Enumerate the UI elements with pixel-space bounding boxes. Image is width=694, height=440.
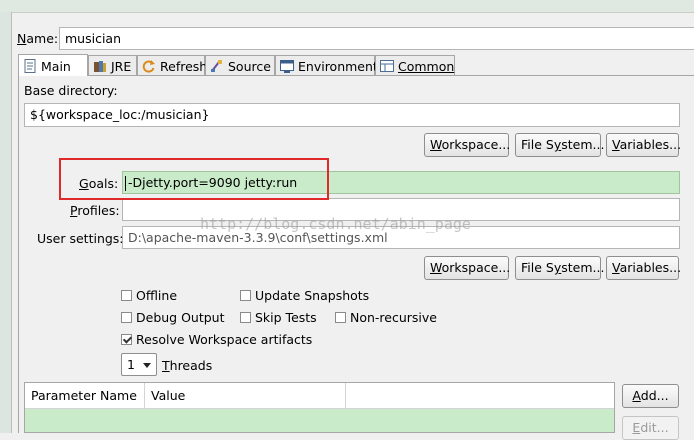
text-caret [125, 176, 126, 191]
non-recursive-box[interactable] [335, 312, 346, 323]
resolve-workspace-checkbox[interactable]: Resolve Workspace artifacts [121, 332, 312, 347]
tab-common[interactable]: Common [375, 55, 455, 75]
main-document-icon [22, 58, 38, 74]
non-recursive-checkbox[interactable]: Non-recursive [335, 310, 437, 325]
tab-refresh-label: Refresh [160, 58, 208, 74]
update-snapshots-label: Update Snapshots [255, 288, 370, 303]
name-input[interactable]: musician [59, 27, 694, 50]
name-label: Name: [17, 31, 59, 46]
environment-icon [279, 58, 295, 74]
settings-variables-button[interactable]: Variables... [606, 256, 681, 280]
profiles-label: Profiles: [70, 203, 120, 218]
tab-common-label: Common [398, 58, 455, 74]
base-file-system-button[interactable]: File System... [515, 133, 604, 157]
base-workspace-button[interactable]: Workspace... [424, 133, 510, 157]
base-directory-value: ${workspace_loc:/musician} [30, 107, 210, 122]
threads-value: 1 [127, 357, 135, 372]
debug-output-box[interactable] [121, 312, 132, 323]
column-header-parameter-name[interactable]: Parameter Name [25, 383, 145, 408]
update-snapshots-checkbox[interactable]: Update Snapshots [240, 288, 369, 303]
jre-library-icon [92, 58, 108, 74]
tab-source-label: Source [228, 58, 271, 74]
tab-refresh[interactable]: Refresh [137, 55, 208, 75]
tab-main-label: Main [41, 58, 71, 74]
tab-source[interactable]: Source [205, 55, 275, 75]
tab-jre[interactable]: JRE [88, 55, 137, 75]
resolve-workspace-label: Resolve Workspace artifacts [136, 332, 313, 347]
skip-tests-box[interactable] [240, 312, 251, 323]
table-row[interactable] [25, 409, 614, 432]
tab-environment-label: Environment [298, 58, 378, 74]
tab-main[interactable]: Main [18, 54, 88, 76]
offline-checkbox[interactable]: Offline [121, 288, 177, 303]
base-directory-label: Base directory: [24, 83, 118, 98]
edit-parameter-button: Edit... [622, 416, 679, 440]
annotation-highlight-box [59, 158, 329, 200]
non-recursive-label: Non-recursive [350, 310, 437, 325]
base-variables-button[interactable]: Variables... [606, 133, 681, 157]
name-value: musician [65, 31, 122, 46]
user-settings-label: User settings: [37, 231, 124, 246]
column-header-value[interactable]: Value [145, 383, 346, 408]
settings-workspace-button[interactable]: Workspace... [424, 256, 510, 280]
resolve-workspace-box[interactable] [121, 334, 132, 345]
tab-jre-label: JRE [111, 58, 132, 74]
threads-label: Threads [162, 358, 213, 373]
update-snapshots-box[interactable] [240, 290, 251, 301]
skip-tests-checkbox[interactable]: Skip Tests [240, 310, 317, 325]
threads-select[interactable]: 1 [121, 353, 157, 376]
offline-label: Offline [136, 288, 178, 303]
skip-tests-label: Skip Tests [255, 310, 317, 325]
main-tab-panel [18, 75, 694, 433]
common-icon [379, 58, 395, 74]
source-icon [209, 58, 225, 74]
offline-box[interactable] [121, 290, 132, 301]
parameter-table-header: Parameter Name Value [25, 383, 614, 409]
left-launch-config-list-edge[interactable] [0, 12, 12, 433]
base-directory-input[interactable]: ${workspace_loc:/musician} [24, 103, 680, 127]
refresh-icon [141, 58, 157, 74]
chevron-down-icon [143, 363, 151, 368]
debug-output-label: Debug Output [136, 310, 225, 325]
debug-output-checkbox[interactable]: Debug Output [121, 310, 225, 325]
parameter-table[interactable]: Parameter Name Value [24, 382, 615, 433]
add-parameter-button[interactable]: Add... [622, 384, 679, 408]
tab-environment[interactable]: Environment [275, 55, 378, 75]
watermark: http://blog.csdn.net/abin_page [200, 215, 471, 233]
window-top-strip [0, 0, 694, 13]
settings-file-system-button[interactable]: File System... [515, 256, 604, 280]
